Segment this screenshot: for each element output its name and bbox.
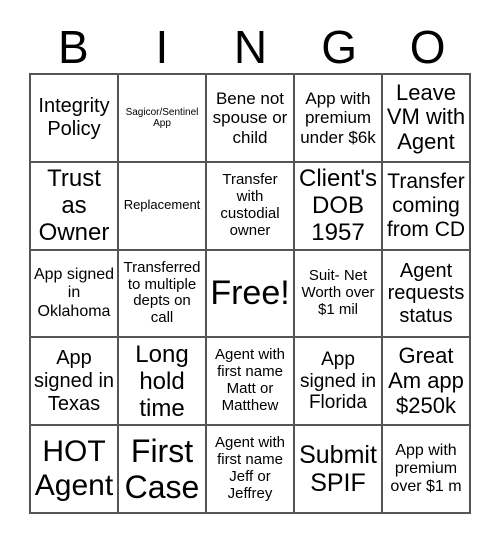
bingo-cell[interactable]: Transfer with custodial owner <box>206 161 294 250</box>
bingo-cell[interactable]: Submit SPIF <box>294 425 382 513</box>
free-space-cell[interactable]: Free! <box>206 249 294 338</box>
header-letter-g: G <box>321 21 357 73</box>
bingo-cell[interactable]: App signed in Florida <box>294 337 382 426</box>
bingo-cell[interactable]: Leave VM with Agent <box>382 74 470 162</box>
bingo-cell[interactable]: Suit- Net Worth over $1 mil <box>294 249 382 338</box>
bingo-cell[interactable]: App with premium under $6k <box>294 74 382 162</box>
bingo-cell[interactable]: Trust as Owner <box>30 161 118 250</box>
bingo-cell[interactable]: Client's DOB 1957 <box>294 161 382 250</box>
header-letter-i: I <box>155 21 169 73</box>
bingo-cell[interactable]: Integrity Policy <box>30 74 118 162</box>
bingo-cell[interactable]: App signed in Oklahoma <box>30 249 118 338</box>
bingo-cell[interactable]: Agent with first name Matt or Matthew <box>206 337 294 426</box>
bingo-grid: Integrity Policy Sagicor/Sentinel App Be… <box>29 73 471 514</box>
header-letter-n: N <box>233 21 268 73</box>
bingo-cell[interactable]: Transfer coming from CD <box>382 161 470 250</box>
bingo-header: B I N G O <box>29 22 472 72</box>
header-letter-b: B <box>57 21 89 73</box>
bingo-cell[interactable]: App signed in Texas <box>30 337 118 426</box>
bingo-cell[interactable]: Bene not spouse or child <box>206 74 294 162</box>
header-letter-o: O <box>409 21 446 73</box>
bingo-cell[interactable]: First Case <box>118 425 206 513</box>
bingo-cell[interactable]: HOT Agent <box>30 425 118 513</box>
bingo-cell[interactable]: Transferred to multiple depts on call <box>118 249 206 338</box>
bingo-cell[interactable]: Long hold time <box>118 337 206 426</box>
bingo-cell[interactable]: Sagicor/Sentinel App <box>118 74 206 162</box>
bingo-cell[interactable]: Agent with first name Jeff or Jeffrey <box>206 425 294 513</box>
bingo-cell[interactable]: Replacement <box>118 161 206 250</box>
bingo-cell[interactable]: App with premium over $1 m <box>382 425 470 513</box>
bingo-cell[interactable]: Agent requests status <box>382 249 470 338</box>
bingo-cell[interactable]: Great Am app $250k <box>382 337 470 426</box>
